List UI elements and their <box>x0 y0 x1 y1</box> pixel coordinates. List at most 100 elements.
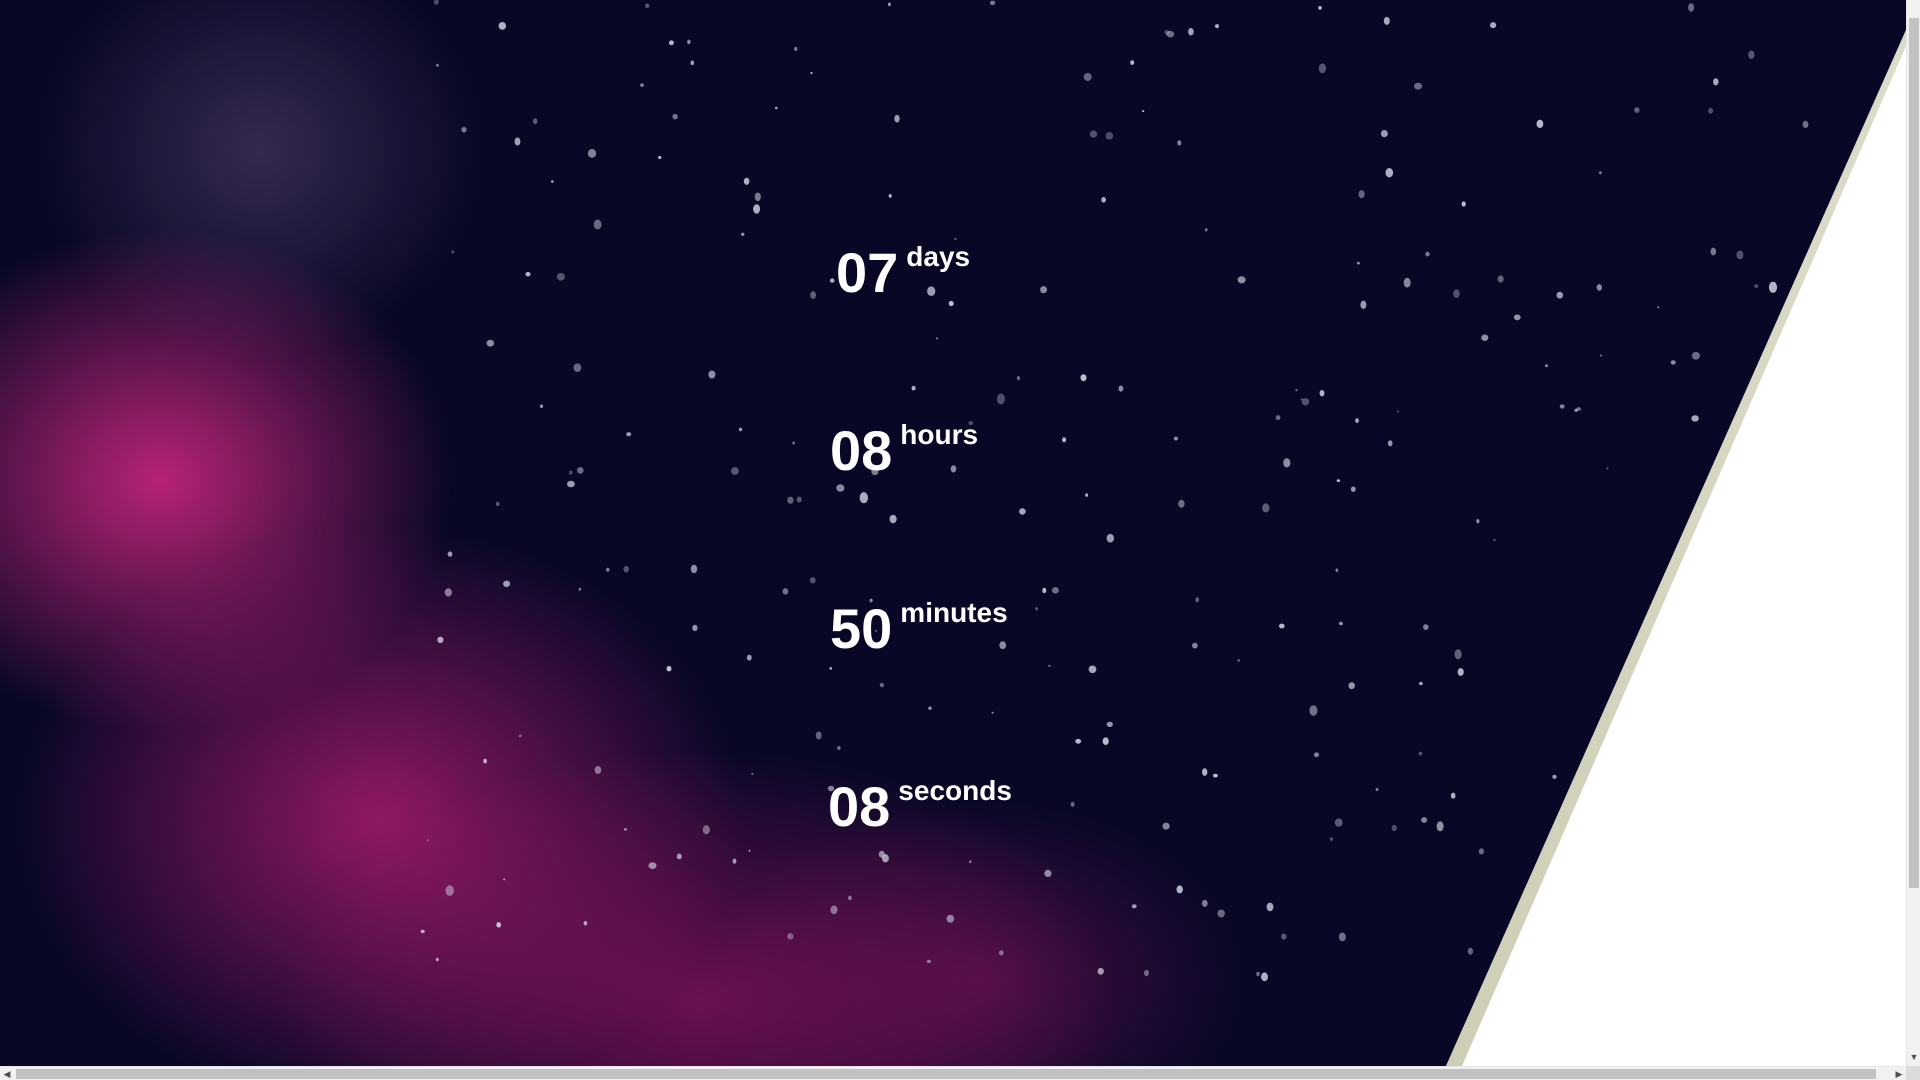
star <box>1375 787 1379 792</box>
star <box>1414 82 1422 90</box>
page-viewport: 07 days 08 hours 50 minutes 08 seconds ▼ ◀ ▶ <box>0 0 1920 1080</box>
star <box>1266 902 1274 912</box>
star <box>690 564 698 574</box>
star <box>1574 408 1578 412</box>
scrollbar-corner <box>1906 1066 1920 1080</box>
star <box>1552 774 1557 779</box>
star <box>708 370 716 379</box>
star <box>1748 50 1755 59</box>
star <box>809 577 816 584</box>
star <box>1454 649 1462 660</box>
star <box>879 682 885 688</box>
star <box>569 470 573 475</box>
star <box>623 566 629 573</box>
star <box>751 773 754 775</box>
star <box>433 0 439 5</box>
seconds-value: 08 <box>828 775 891 838</box>
star <box>1118 385 1124 392</box>
star <box>583 921 588 926</box>
star <box>1275 415 1281 421</box>
star <box>969 860 972 864</box>
star <box>1106 721 1113 728</box>
seconds-label: seconds <box>898 775 1012 806</box>
star <box>794 46 798 51</box>
star <box>426 839 429 842</box>
star <box>1450 792 1456 799</box>
star <box>1213 773 1218 778</box>
star <box>1083 73 1092 81</box>
star <box>486 339 494 347</box>
star <box>447 551 453 557</box>
star <box>732 858 737 864</box>
star <box>1261 972 1268 982</box>
star <box>436 63 439 67</box>
star <box>1088 665 1097 674</box>
horizontal-scrollbar[interactable]: ◀ ▶ <box>0 1066 1906 1080</box>
star <box>1423 624 1429 630</box>
star <box>1493 538 1496 542</box>
arrow-down-icon[interactable]: ▼ <box>1907 1050 1920 1064</box>
star <box>935 337 939 340</box>
star <box>1144 969 1149 977</box>
star <box>461 126 467 133</box>
star <box>1436 821 1444 832</box>
vertical-scroll-thumb[interactable] <box>1909 18 1919 888</box>
star <box>1802 120 1809 128</box>
star <box>676 853 682 860</box>
star <box>1195 597 1200 603</box>
star <box>1336 479 1341 482</box>
days-label: days <box>906 241 971 272</box>
star <box>1634 107 1640 113</box>
star <box>1419 681 1423 686</box>
star <box>594 766 602 774</box>
star <box>787 496 794 504</box>
star <box>1279 623 1285 629</box>
star <box>1360 300 1367 309</box>
star <box>1330 837 1333 841</box>
star <box>746 654 752 661</box>
star <box>889 514 897 524</box>
star <box>503 878 506 881</box>
days-value: 07 <box>836 241 899 304</box>
arrow-left-icon[interactable]: ◀ <box>0 1067 14 1080</box>
star <box>1237 276 1246 284</box>
star <box>741 232 745 236</box>
horizontal-scroll-thumb[interactable] <box>16 1069 1876 1079</box>
star <box>577 467 584 474</box>
star <box>1313 752 1320 758</box>
star <box>999 950 1004 956</box>
star <box>1385 168 1394 178</box>
star <box>1188 28 1194 36</box>
minutes-label: minutes <box>900 597 1008 628</box>
star <box>878 850 885 858</box>
arrow-right-icon[interactable]: ▶ <box>1892 1067 1906 1080</box>
star <box>1080 374 1087 382</box>
star <box>1097 967 1104 975</box>
star <box>1350 486 1356 492</box>
star <box>1075 738 1082 744</box>
countdown-seconds: 08 seconds <box>828 774 1012 839</box>
star <box>738 427 743 432</box>
star <box>1035 607 1038 611</box>
star <box>445 885 454 896</box>
star <box>1467 947 1474 955</box>
star <box>640 83 644 87</box>
star <box>1051 587 1059 594</box>
star <box>1736 250 1744 260</box>
star <box>926 959 931 964</box>
star <box>1048 664 1051 667</box>
countdown-hours: 08 hours <box>830 418 978 483</box>
star <box>1657 306 1660 309</box>
vertical-scrollbar[interactable]: ▼ <box>1906 0 1920 1066</box>
star <box>1202 768 1208 776</box>
star <box>1319 390 1325 397</box>
star <box>1016 376 1020 381</box>
star <box>1708 107 1714 114</box>
star <box>1497 275 1504 283</box>
star <box>1559 404 1565 409</box>
star <box>1391 824 1397 832</box>
star <box>1461 201 1466 207</box>
star <box>1768 281 1778 293</box>
star <box>587 149 597 158</box>
star <box>1355 418 1359 424</box>
